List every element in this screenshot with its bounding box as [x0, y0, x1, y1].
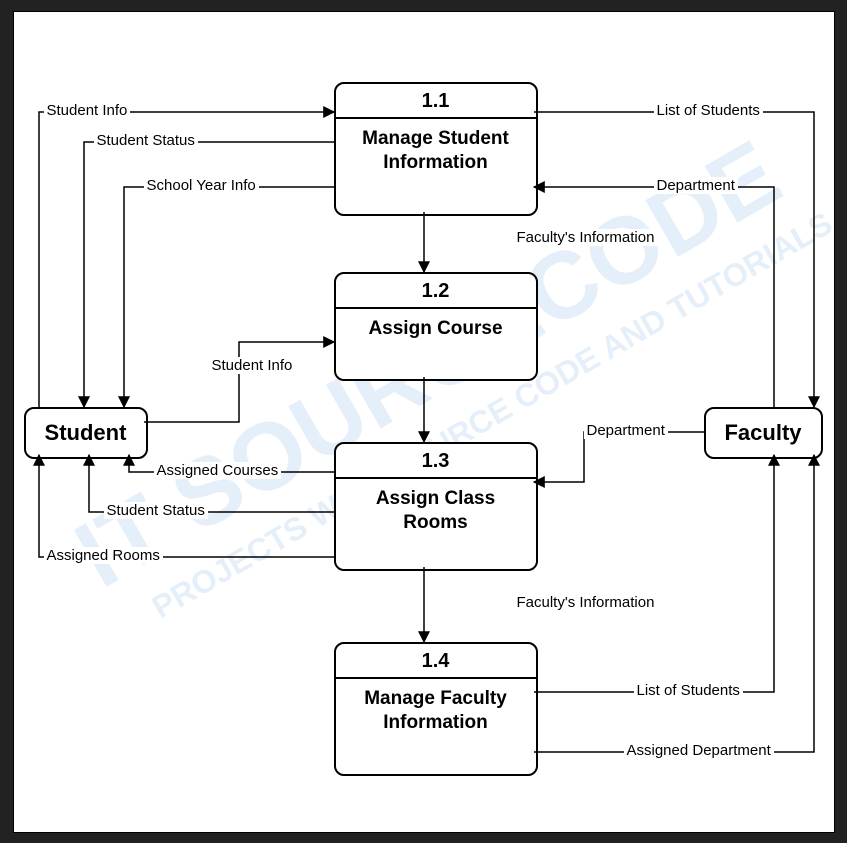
label-student-status-2: Student Status	[104, 502, 208, 519]
flow-department-1	[534, 187, 774, 407]
label-list-of-students-1: List of Students	[654, 102, 763, 119]
label-assigned-department: Assigned Department	[624, 742, 774, 759]
entity-student-label: Student	[45, 420, 127, 446]
entity-student: Student	[24, 407, 148, 459]
process-1-2-num: 1.2	[336, 274, 536, 309]
process-1-3: 1.3 Assign Class Rooms	[334, 442, 538, 571]
process-1-4-title: Manage Faculty Information	[336, 679, 536, 744]
process-1-2-title: Assign Course	[336, 309, 536, 350]
label-student-info-2: Student Info	[209, 357, 296, 374]
label-student-status-1: Student Status	[94, 132, 198, 149]
process-1-3-title: Assign Class Rooms	[336, 479, 536, 544]
flow-student-info-2	[144, 342, 334, 422]
process-1-4-num: 1.4	[336, 644, 536, 679]
label-department-1: Department	[654, 177, 738, 194]
flow-school-year-info	[124, 187, 334, 407]
label-facultys-info-2: Faculty's Information	[514, 594, 658, 611]
entity-faculty: Faculty	[704, 407, 823, 459]
diagram-canvas: IT SOURCECODE PROJECTS WITH SOURCE CODE …	[13, 11, 835, 833]
process-1-3-num: 1.3	[336, 444, 536, 479]
label-school-year-info: School Year Info	[144, 177, 259, 194]
process-1-1: 1.1 Manage Student Information	[334, 82, 538, 216]
entity-faculty-label: Faculty	[724, 420, 801, 446]
label-list-of-students-2: List of Students	[634, 682, 743, 699]
process-1-1-title: Manage Student Information	[336, 119, 536, 184]
flow-department-2	[534, 432, 704, 482]
process-1-1-num: 1.1	[336, 84, 536, 119]
label-assigned-rooms: Assigned Rooms	[44, 547, 163, 564]
process-1-4: 1.4 Manage Faculty Information	[334, 642, 538, 776]
flow-list-of-students-2	[534, 455, 774, 692]
label-facultys-info-1: Faculty's Information	[514, 229, 658, 246]
process-1-2: 1.2 Assign Course	[334, 272, 538, 381]
label-assigned-courses: Assigned Courses	[154, 462, 282, 479]
flow-list-of-students-1	[534, 112, 814, 407]
label-department-2: Department	[584, 422, 668, 439]
label-student-info-1: Student Info	[44, 102, 131, 119]
